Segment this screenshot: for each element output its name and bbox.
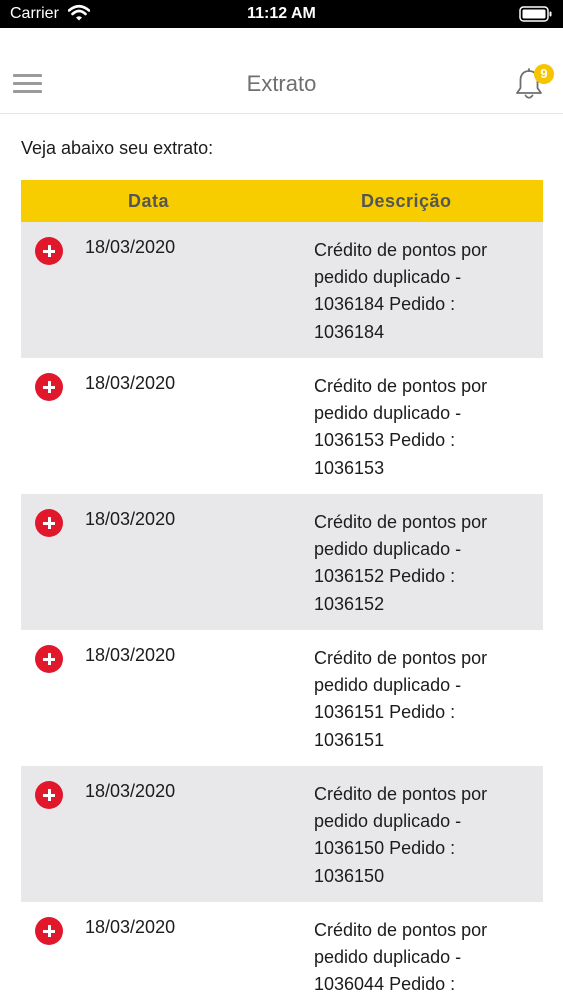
row-description: Crédito de pontos por pedido duplicado -…: [314, 512, 488, 614]
column-header-date: Data: [128, 191, 170, 211]
row-date: 18/03/2020: [85, 509, 176, 529]
nav-bar: Extrato 9: [0, 28, 563, 114]
row-date: 18/03/2020: [85, 237, 176, 257]
row-description: Crédito de pontos por pedido duplicado -…: [314, 920, 488, 995]
table-row[interactable]: 18/03/2020 Crédito de pontos por pedido …: [21, 358, 543, 494]
menu-icon[interactable]: [13, 72, 42, 94]
status-time: 11:12 AM: [247, 5, 316, 22]
row-description: Crédito de pontos por pedido duplicado -…: [314, 376, 488, 478]
plus-icon[interactable]: [35, 917, 63, 945]
row-date: 18/03/2020: [85, 373, 176, 393]
plus-icon[interactable]: [35, 509, 63, 537]
row-description: Crédito de pontos por pedido duplicado -…: [314, 240, 488, 342]
notifications-button[interactable]: 9: [512, 64, 560, 108]
table-header: Data Descrição: [21, 180, 543, 222]
table-row[interactable]: 18/03/2020 Crédito de pontos por pedido …: [21, 222, 543, 358]
table-row[interactable]: 18/03/2020 Crédito de pontos por pedido …: [21, 494, 543, 630]
plus-icon[interactable]: [35, 237, 63, 265]
plus-icon[interactable]: [35, 645, 63, 673]
notification-badge: 9: [534, 64, 554, 84]
column-header-description: Descrição: [361, 191, 452, 211]
battery-icon: [519, 6, 552, 22]
plus-icon[interactable]: [35, 373, 63, 401]
row-date: 18/03/2020: [85, 645, 176, 665]
page-title: Extrato: [246, 71, 317, 96]
row-date: 18/03/2020: [85, 917, 176, 937]
row-date: 18/03/2020: [85, 781, 176, 801]
statement-table: Data Descrição 18/03/2020 Crédito de pon…: [21, 180, 543, 1000]
intro-text: Veja abaixo seu extrato:: [21, 138, 214, 158]
table-row[interactable]: 18/03/2020 Crédito de pontos por pedido …: [21, 902, 543, 1000]
table-row[interactable]: 18/03/2020 Crédito de pontos por pedido …: [21, 630, 543, 766]
table-row[interactable]: 18/03/2020 Crédito de pontos por pedido …: [21, 766, 543, 902]
plus-icon[interactable]: [35, 781, 63, 809]
status-bar: Carrier 11:12 AM: [0, 0, 563, 28]
row-description: Crédito de pontos por pedido duplicado -…: [314, 648, 488, 750]
row-description: Crédito de pontos por pedido duplicado -…: [314, 784, 488, 886]
